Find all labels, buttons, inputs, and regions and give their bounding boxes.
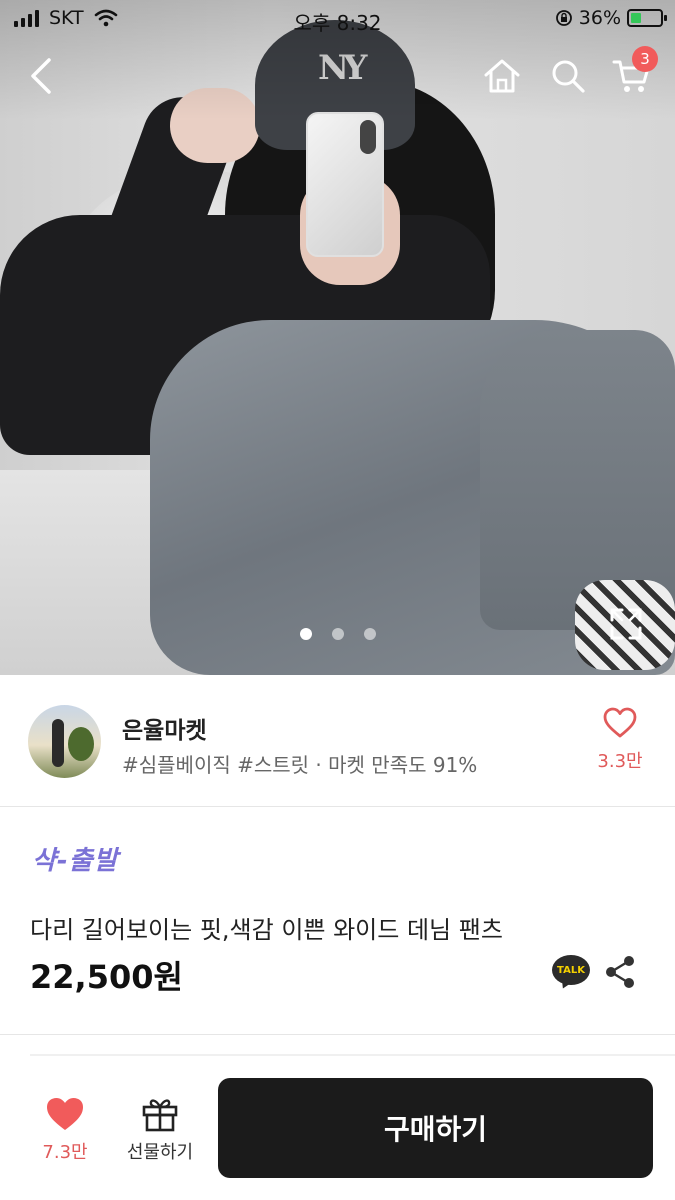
delivery-promo-label: 샥-출발 bbox=[32, 846, 119, 876]
section-divider-light bbox=[30, 1054, 675, 1056]
expand-image-button[interactable] bbox=[606, 604, 646, 644]
kakao-talk-button[interactable]: TALK bbox=[552, 955, 590, 992]
share-icon bbox=[606, 956, 634, 988]
gift-icon bbox=[142, 1099, 178, 1132]
seller-like-button[interactable]: 3.3만 bbox=[592, 707, 648, 777]
wishlist-count: 7.3만 bbox=[42, 1142, 88, 1163]
expand-icon bbox=[610, 608, 642, 640]
seller-name[interactable]: 은율마켓 bbox=[122, 711, 207, 745]
product-title: 다리 길어보이는 핏,색감 이쁜 와이드 데님 팬츠 bbox=[30, 916, 503, 944]
cart-count-badge: 3 bbox=[632, 46, 658, 72]
gift-label: 선물하기 bbox=[126, 1142, 194, 1163]
buy-button[interactable]: 구매하기 bbox=[218, 1078, 653, 1178]
search-button[interactable] bbox=[544, 52, 592, 100]
battery-percent: 36% bbox=[578, 7, 621, 29]
wishlist-button[interactable]: 7.3만 bbox=[36, 1096, 94, 1164]
home-icon bbox=[484, 59, 520, 93]
status-bar: SKT 오후 8:32 36% bbox=[0, 0, 675, 38]
product-price: 22,500원 bbox=[30, 958, 183, 996]
gift-button[interactable]: 선물하기 bbox=[118, 1096, 202, 1164]
back-icon bbox=[31, 58, 51, 94]
gallery-dot[interactable] bbox=[363, 628, 376, 640]
gallery-dot[interactable] bbox=[299, 628, 312, 640]
gallery-pagination bbox=[0, 628, 675, 640]
seller-info[interactable]: 은율마켓 #심플베이직 #스트릿 · 마켓 만족도 91% 3.3만 bbox=[0, 675, 675, 807]
cart-button[interactable]: 3 bbox=[608, 46, 658, 100]
seller-avatar[interactable] bbox=[28, 705, 101, 778]
home-button[interactable] bbox=[478, 52, 526, 100]
heart-filled-icon bbox=[47, 1098, 83, 1130]
search-icon bbox=[552, 60, 585, 93]
seller-like-count: 3.3만 bbox=[597, 751, 643, 772]
photo-phone bbox=[306, 112, 384, 257]
gallery-dot[interactable] bbox=[331, 628, 344, 640]
seller-tags: #심플베이직 #스트릿 · 마켓 만족도 91% bbox=[122, 753, 478, 777]
orientation-lock-icon bbox=[555, 10, 572, 26]
share-button[interactable] bbox=[603, 954, 637, 990]
section-divider bbox=[0, 1034, 675, 1035]
battery-icon bbox=[627, 9, 667, 27]
back-button[interactable] bbox=[18, 52, 66, 100]
product-image-gallery[interactable]: NY bbox=[0, 0, 675, 675]
kakao-talk-icon: TALK bbox=[552, 955, 590, 985]
heart-outline-icon bbox=[603, 707, 637, 738]
bottom-action-bar: 7.3만 선물하기 구매하기 bbox=[0, 1058, 675, 1200]
